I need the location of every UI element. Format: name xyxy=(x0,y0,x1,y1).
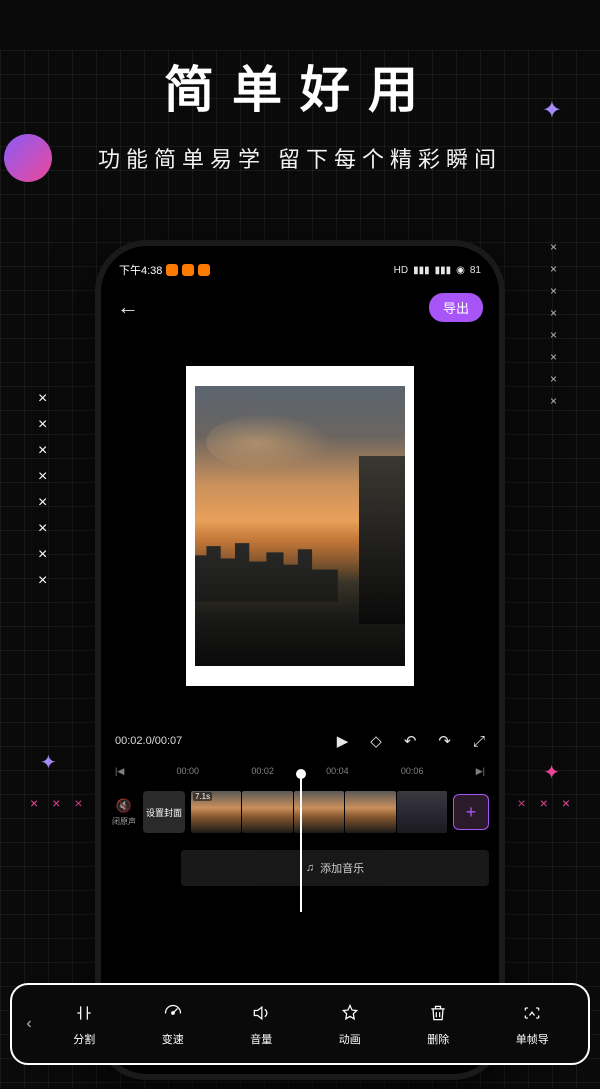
app-header: ← 导出 xyxy=(101,284,499,330)
playback-time: 00:02.0/00:07 xyxy=(115,735,182,747)
mute-toggle[interactable]: 🔇 闭原声 xyxy=(111,798,137,827)
signal-icon: ▮▮▮ xyxy=(413,265,430,276)
keyframe-icon[interactable]: ◇ xyxy=(370,732,382,750)
clip-strip[interactable]: 7.1s xyxy=(191,791,447,833)
deco-x-pattern: ×××××××× xyxy=(38,390,72,590)
export-button[interactable]: 导出 xyxy=(429,293,483,322)
deco-x-pattern: ×××××××× xyxy=(550,240,584,408)
video-canvas[interactable] xyxy=(101,330,499,722)
play-icon[interactable]: ▶ xyxy=(337,732,349,750)
tool-delete[interactable]: 删除 xyxy=(427,1001,449,1047)
back-arrow-icon[interactable]: ← xyxy=(117,294,139,320)
status-bar: 下午4:38 HD ▮▮▮ ▮▮▮ ◉ 81 xyxy=(101,256,499,284)
toolbar-back-icon[interactable]: ‹ xyxy=(18,1015,40,1033)
battery-level: 81 xyxy=(470,265,481,276)
playhead[interactable] xyxy=(300,772,302,912)
trash-icon xyxy=(428,1001,448,1025)
clip-thumbnail[interactable] xyxy=(345,791,395,833)
video-preview xyxy=(195,386,405,666)
hero-title: 简单好用 xyxy=(0,50,600,122)
tool-animation[interactable]: 动画 xyxy=(339,1001,361,1047)
skip-end-icon[interactable]: ▶| xyxy=(476,766,485,777)
set-cover-button[interactable]: 设置封面 xyxy=(143,791,185,833)
wifi-icon: ◉ xyxy=(456,265,465,276)
tool-speed[interactable]: 变速 xyxy=(162,1001,184,1047)
tool-frame-export[interactable]: 单帧导 xyxy=(516,1001,549,1047)
signal-icon: ▮▮▮ xyxy=(435,265,452,276)
edit-toolbar: ‹ 分割 变速 音量 动画 xyxy=(10,983,590,1065)
fullscreen-icon[interactable]: ⤢ xyxy=(473,733,485,750)
add-clip-button[interactable]: + xyxy=(453,794,489,830)
playback-controls: 00:02.0/00:07 ▶ ◇ ↶ ↷ ⤢ xyxy=(101,722,499,760)
music-note-icon: ♫ xyxy=(306,862,314,874)
status-hd: HD xyxy=(394,265,408,276)
status-app-icon xyxy=(166,264,178,276)
phone-mockup: 下午4:38 HD ▮▮▮ ▮▮▮ ◉ 81 ← 导出 00:02.0/00:0… xyxy=(95,240,505,1080)
volume-icon xyxy=(251,1001,271,1025)
deco-x-row: ××× xyxy=(517,795,570,811)
speaker-icon: 🔇 xyxy=(116,798,132,814)
photo-frame xyxy=(186,366,414,686)
redo-icon[interactable]: ↷ xyxy=(438,732,451,750)
deco-sparkle-icon: ✦ xyxy=(543,760,560,785)
deco-sparkle-icon: ✦ xyxy=(40,750,57,775)
status-app-icon xyxy=(182,264,194,276)
clip-thumbnail[interactable]: 7.1s xyxy=(191,791,241,833)
clip-thumbnail[interactable] xyxy=(397,791,447,833)
split-icon xyxy=(74,1001,94,1025)
clip-thumbnail[interactable] xyxy=(242,791,292,833)
status-app-icon xyxy=(198,264,210,276)
tool-split[interactable]: 分割 xyxy=(73,1001,95,1047)
hero-subtitle: 功能简单易学 留下每个精彩瞬间 xyxy=(0,142,600,174)
frame-export-icon xyxy=(522,1001,542,1025)
status-time: 下午4:38 xyxy=(119,262,162,278)
undo-icon[interactable]: ↶ xyxy=(404,732,417,750)
deco-x-row: ××× xyxy=(30,795,83,811)
add-music-button[interactable]: ♫ 添加音乐 xyxy=(181,850,489,886)
speedometer-icon xyxy=(163,1001,183,1025)
tool-volume[interactable]: 音量 xyxy=(250,1001,272,1047)
timeline-track[interactable]: 🔇 闭原声 设置封面 7.1s + xyxy=(101,782,499,842)
star-icon xyxy=(340,1001,360,1025)
skip-start-icon[interactable]: |◀ xyxy=(115,766,124,777)
